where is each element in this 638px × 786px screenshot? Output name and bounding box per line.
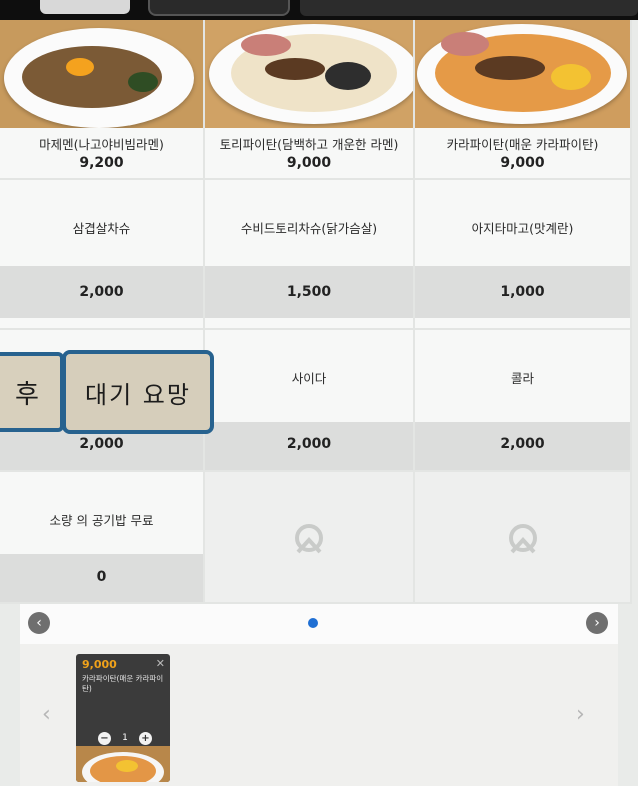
menu-item-empty-1: [205, 472, 415, 604]
placeholder-logo-icon: [295, 524, 323, 554]
menu-item-name: 아지타마고(맛계란): [471, 221, 574, 236]
menu-item-price: 1,500: [205, 266, 413, 318]
kiosk-screen: 마제멘(나고야비빔라멘) 9,200 토리파이탄(담백하고 개운한 라멘) 9,…: [0, 0, 638, 786]
next-page-button[interactable]: ›: [586, 612, 608, 634]
karapaitan-photo: [415, 20, 630, 128]
menu-item-mazemen[interactable]: 마제멘(나고야비빔라멘) 9,200: [0, 20, 205, 180]
menu-item-ajitamago[interactable]: 아지타마고(맛계란) 1,000: [415, 180, 632, 330]
menu-item-free-rice[interactable]: 소량 의 공기밥 무료 0: [0, 472, 205, 604]
menu-item-name: 콜라: [510, 371, 534, 386]
cart-prev-chevron-icon[interactable]: ‹: [42, 702, 51, 727]
top-bar: [0, 0, 638, 20]
menu-item-price: 0: [0, 554, 203, 602]
menu-item-empty-2: [415, 472, 632, 604]
prev-page-button[interactable]: ‹: [28, 612, 50, 634]
menu-item-price: 2,000: [0, 266, 203, 318]
menu-item-price: 9,000: [286, 155, 332, 171]
menu-item-toripaitan[interactable]: 토리파이탄(담백하고 개운한 라멘) 9,000: [205, 20, 415, 180]
cart-item-photo: [76, 746, 170, 782]
menu-item-price: 2,000: [415, 422, 630, 470]
menu-item-samgyeopsal-chashu[interactable]: 삼겹살차슈 2,000: [0, 180, 205, 330]
remove-item-icon[interactable]: ✕: [156, 657, 165, 670]
cart-next-chevron-icon[interactable]: ›: [576, 702, 585, 727]
top-tab-2[interactable]: [148, 0, 290, 16]
menu-item-cola[interactable]: 콜라 2,000: [415, 330, 632, 472]
top-tab-1[interactable]: [40, 0, 130, 14]
menu-item-name: 수비드토리차슈(닭가슴살): [240, 221, 378, 236]
menu-grid: 마제멘(나고야비빔라멘) 9,200 토리파이탄(담백하고 개운한 라멘) 9,…: [0, 20, 632, 604]
quantity-stepper: − 1 +: [98, 731, 152, 745]
menu-item-price: 1,000: [415, 266, 630, 318]
top-tab-3[interactable]: [300, 0, 638, 16]
page-indicator-dot[interactable]: [308, 618, 318, 628]
sticker-main: 대기 요망: [62, 350, 214, 434]
menu-item-name: 삼겹살차슈: [72, 221, 131, 236]
menu-item-name: 카라파이탄(매운 카라파이탄): [446, 137, 599, 152]
menu-item-name: 사이다: [291, 371, 327, 386]
waiting-notice-sticker: 후 대기 요망: [0, 350, 214, 434]
menu-item-sousvide-chashu[interactable]: 수비드토리차슈(닭가슴살) 1,500: [205, 180, 415, 330]
menu-item-price: 2,000: [205, 422, 413, 470]
cart-item[interactable]: 9,000 ✕ 카라파이탄(매운 카라파이탄) − 1 +: [76, 654, 170, 782]
cart-item-name: 카라파이탄(매운 카라파이탄): [82, 674, 164, 693]
cart-panel: ‹ 9,000 ✕ 카라파이탄(매운 카라파이탄) − 1 + ›: [20, 644, 618, 786]
decrease-quantity-button[interactable]: −: [98, 731, 111, 745]
menu-item-cider[interactable]: 사이다 2,000: [205, 330, 415, 472]
menu-item-price: 9,000: [500, 155, 545, 171]
placeholder-logo-icon: [508, 524, 537, 554]
menu-item-name: 마제멘(나고야비빔라멘): [39, 137, 164, 152]
mazemen-photo: [0, 20, 203, 128]
menu-item-price: 9,200: [79, 155, 124, 171]
quantity-value: 1: [122, 733, 128, 743]
menu-item-name: 토리파이탄(담백하고 개운한 라멘): [219, 137, 399, 152]
toripaitan-photo: [205, 20, 413, 128]
menu-item-name: 소량 의 공기밥 무료: [49, 513, 154, 528]
menu-item-karapaitan[interactable]: 카라파이탄(매운 카라파이탄) 9,000: [415, 20, 632, 180]
cart-item-price: 9,000: [82, 658, 117, 671]
page-navigation: ‹ ›: [20, 604, 618, 644]
sticker-fragment: 후: [0, 352, 64, 432]
increase-quantity-button[interactable]: +: [138, 731, 152, 745]
